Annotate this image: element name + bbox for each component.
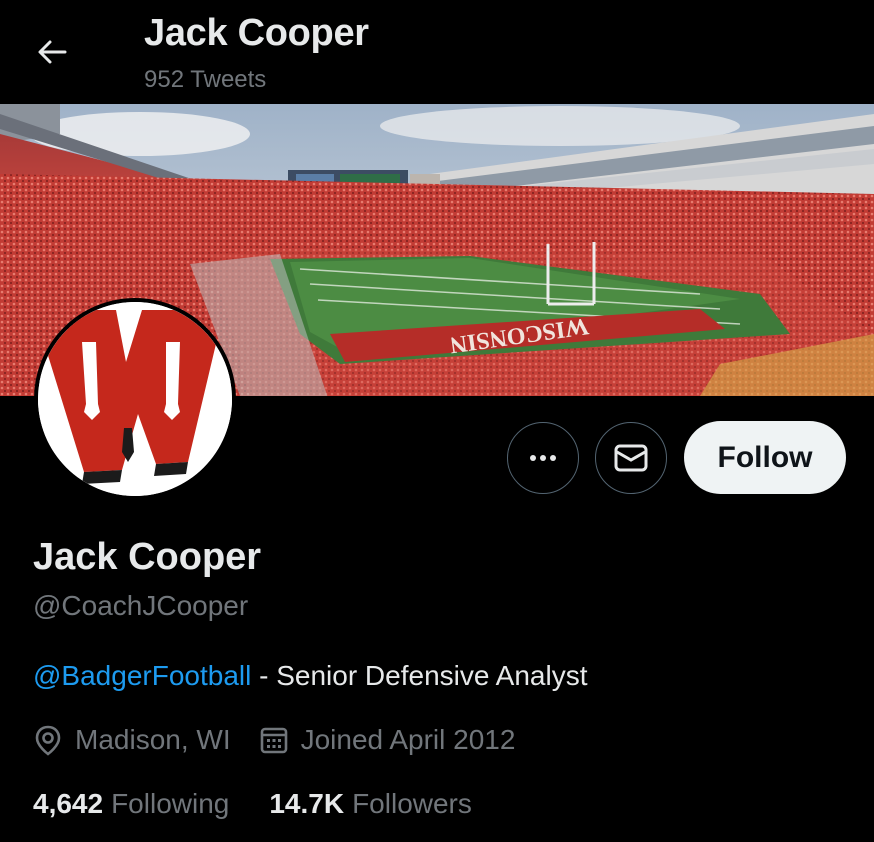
- tweet-count: 952 Tweets: [144, 66, 267, 93]
- followers-label: Followers: [352, 788, 472, 819]
- follow-button[interactable]: Follow: [684, 421, 846, 494]
- more-icon: [530, 455, 556, 461]
- profile-bio: @BadgerFootball - Senior Defensive Analy…: [33, 660, 588, 692]
- profile-handle: @CoachJCooper: [33, 590, 249, 621]
- following-link[interactable]: 4,642 Following: [33, 788, 229, 820]
- location-pin-icon: [35, 725, 61, 756]
- followers-count: 14.7K: [269, 788, 345, 819]
- location-text: Madison, WI: [75, 724, 231, 755]
- following-count: 4,642: [33, 788, 104, 819]
- join-date: Joined April 2012: [259, 724, 516, 756]
- profile-meta: Madison, WI Joined April 2012: [33, 724, 543, 756]
- top-bar: Jack Cooper 952 Tweets: [0, 0, 874, 104]
- bio-mention-link[interactable]: @BadgerFootball: [33, 660, 251, 691]
- back-button[interactable]: [30, 30, 74, 74]
- follow-stats: 4,642 Following 14.7K Followers: [33, 788, 512, 820]
- envelope-icon: [614, 444, 648, 472]
- bio-text: - Senior Defensive Analyst: [251, 660, 588, 691]
- calendar-icon: [260, 727, 287, 754]
- location: Madison, WI: [33, 724, 231, 756]
- profile-name: Jack Cooper: [33, 536, 262, 578]
- following-label: Following: [111, 788, 230, 819]
- more-button[interactable]: [507, 422, 579, 494]
- wisconsin-w-logo-icon: [38, 302, 232, 496]
- profile-avatar[interactable]: [34, 298, 236, 500]
- joined-text: Joined April 2012: [300, 724, 516, 755]
- arrow-left-icon: [38, 40, 67, 64]
- header-title: Jack Cooper: [144, 12, 369, 54]
- message-button[interactable]: [595, 422, 667, 494]
- followers-link[interactable]: 14.7K Followers: [269, 788, 472, 820]
